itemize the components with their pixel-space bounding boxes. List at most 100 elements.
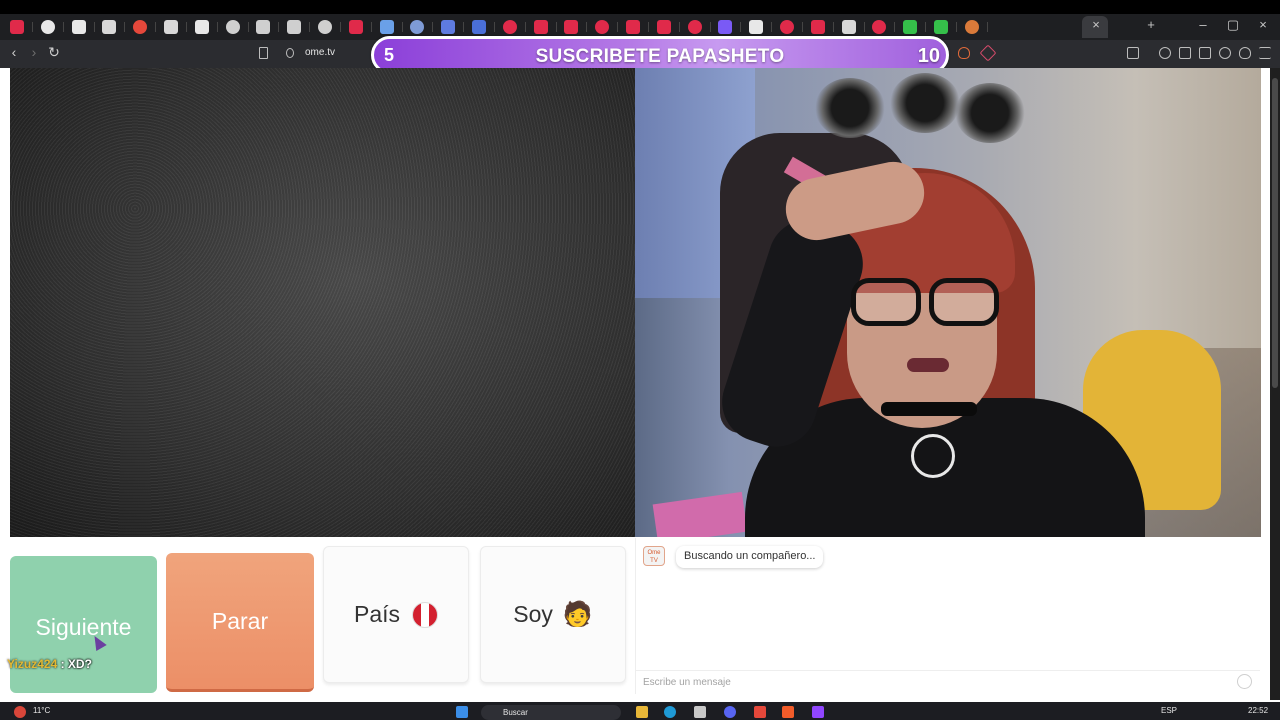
tab-favicon-icon[interactable] bbox=[934, 20, 948, 34]
tab-favicon-icon[interactable] bbox=[40, 20, 55, 34]
person-lips bbox=[907, 358, 949, 372]
menu-icon[interactable] bbox=[1259, 47, 1271, 59]
page-scrollbar[interactable] bbox=[1270, 68, 1280, 700]
tab-separator bbox=[648, 22, 649, 32]
tab-close-icon[interactable]: × bbox=[1081, 17, 1111, 32]
tab-separator bbox=[62, 22, 64, 32]
tab-separator bbox=[894, 22, 896, 32]
tab-separator bbox=[555, 22, 557, 32]
tab-favicon-icon[interactable] bbox=[225, 20, 240, 34]
person-emoji-icon: 🧑 bbox=[562, 601, 593, 628]
peru-flag-icon bbox=[412, 601, 439, 628]
tab-favicon-icon[interactable] bbox=[533, 20, 548, 34]
tab-favicon-icon[interactable] bbox=[194, 20, 209, 34]
tab-favicon-icon[interactable] bbox=[256, 20, 271, 34]
tab-separator bbox=[432, 22, 434, 32]
tab-separator bbox=[740, 22, 742, 32]
tab-separator bbox=[617, 22, 619, 32]
stop-button[interactable]: Parar bbox=[166, 553, 314, 692]
tab-favicon-icon[interactable] bbox=[472, 20, 486, 34]
tab-favicon-icon[interactable] bbox=[718, 20, 733, 34]
site-info-icon[interactable] bbox=[286, 48, 294, 58]
leo-ai-icon[interactable] bbox=[1219, 47, 1231, 59]
file-explorer-icon[interactable] bbox=[636, 706, 648, 718]
tab-separator bbox=[956, 22, 957, 32]
tab-separator bbox=[340, 22, 341, 32]
tab-separator bbox=[925, 22, 927, 32]
minimize-button[interactable]: – bbox=[1188, 17, 1218, 32]
store-icon[interactable] bbox=[694, 706, 706, 718]
tab-favicon-icon[interactable] bbox=[964, 20, 979, 34]
windows-start-icon[interactable] bbox=[456, 706, 468, 718]
bookmark-icon[interactable] bbox=[259, 47, 268, 59]
clock[interactable]: 22:52 bbox=[1248, 706, 1268, 715]
country-button[interactable]: País bbox=[323, 546, 469, 683]
tab-favicon-icon[interactable] bbox=[810, 20, 825, 34]
forward-button[interactable]: › bbox=[24, 44, 44, 60]
edge-icon[interactable] bbox=[664, 706, 676, 718]
taskbar-search-label[interactable]: Buscar bbox=[503, 708, 528, 717]
music-icon[interactable] bbox=[1159, 47, 1171, 59]
screenshot-icon[interactable] bbox=[1127, 47, 1139, 59]
close-window-button[interactable]: × bbox=[1248, 17, 1278, 32]
tab-separator bbox=[802, 22, 803, 32]
headband-decoration bbox=[815, 73, 1025, 148]
gender-button[interactable]: Soy 🧑 bbox=[480, 546, 626, 683]
next-button[interactable]: Siguiente bbox=[10, 556, 157, 693]
tab-separator bbox=[463, 22, 465, 32]
headband-pom-middle bbox=[890, 73, 960, 133]
tab-favicon-icon[interactable] bbox=[71, 20, 86, 34]
tab-favicon-icon[interactable] bbox=[564, 20, 579, 34]
tab-separator bbox=[216, 22, 218, 32]
brave-taskbar-icon[interactable] bbox=[782, 706, 794, 718]
taskbar-search-box[interactable] bbox=[481, 705, 621, 720]
tab-separator bbox=[93, 22, 95, 32]
tab-favicon-icon[interactable] bbox=[656, 20, 671, 34]
tab-favicon-icon[interactable] bbox=[102, 20, 117, 34]
stream-chat-overlay: Yizuz424 : XD? bbox=[7, 657, 92, 671]
tab-separator bbox=[832, 22, 834, 32]
tab-favicon-icon[interactable] bbox=[441, 20, 456, 34]
emoji-icon[interactable] bbox=[1237, 674, 1252, 689]
screen: × + – ▢ × ‹ › ↻ ome.tv 5 SUSCRIBETE PAPA… bbox=[0, 0, 1280, 720]
status-message: Buscando un compañero... bbox=[676, 546, 824, 568]
discord-icon[interactable] bbox=[724, 706, 736, 718]
maximize-button[interactable]: ▢ bbox=[1218, 17, 1248, 33]
language-indicator[interactable]: ESP bbox=[1161, 706, 1177, 715]
reload-button[interactable]: ↻ bbox=[44, 44, 64, 61]
tab-favicon-icon[interactable] bbox=[348, 20, 363, 34]
tab-favicon-icon[interactable] bbox=[687, 20, 702, 34]
tab-favicon-icon[interactable] bbox=[287, 20, 302, 34]
weather-temperature[interactable]: 11°C bbox=[33, 706, 50, 715]
scrollbar-thumb[interactable] bbox=[1272, 78, 1278, 388]
tab-favicon-icon[interactable] bbox=[841, 20, 856, 34]
tab-favicon-icon[interactable] bbox=[903, 20, 918, 34]
tab-favicon-icon[interactable] bbox=[10, 20, 24, 34]
url-text[interactable]: ome.tv bbox=[305, 47, 335, 58]
tab-separator bbox=[494, 22, 495, 32]
tab-separator bbox=[186, 22, 187, 32]
tab-separator bbox=[863, 22, 865, 32]
message-input[interactable] bbox=[636, 670, 1260, 694]
weather-icon[interactable] bbox=[14, 706, 26, 718]
sidebar-icon[interactable] bbox=[1179, 47, 1191, 59]
country-button-label: País bbox=[353, 601, 401, 627]
tab-favicon-icon[interactable] bbox=[318, 20, 332, 34]
new-tab-button[interactable]: + bbox=[1136, 17, 1166, 32]
app-icon[interactable] bbox=[754, 706, 766, 718]
brave-shield-icon[interactable] bbox=[958, 47, 970, 59]
headband-pom-left bbox=[815, 78, 885, 138]
twitch-icon[interactable] bbox=[812, 706, 824, 718]
tab-favicon-icon[interactable] bbox=[626, 20, 640, 34]
tab-favicon-icon[interactable] bbox=[379, 20, 394, 34]
next-button-label: Siguiente bbox=[35, 614, 132, 640]
tab-separator bbox=[771, 22, 773, 32]
tab-favicon-icon[interactable] bbox=[780, 20, 794, 34]
stream-chat-username: Yizuz424 bbox=[7, 657, 58, 671]
back-button[interactable]: ‹ bbox=[4, 44, 24, 60]
tab-favicon-icon[interactable] bbox=[164, 20, 178, 34]
wallet-icon[interactable] bbox=[1199, 47, 1211, 59]
tab-favicon-icon[interactable] bbox=[502, 20, 517, 34]
tab-favicon-icon[interactable] bbox=[749, 20, 764, 34]
vpn-shield-icon[interactable] bbox=[1239, 47, 1251, 59]
